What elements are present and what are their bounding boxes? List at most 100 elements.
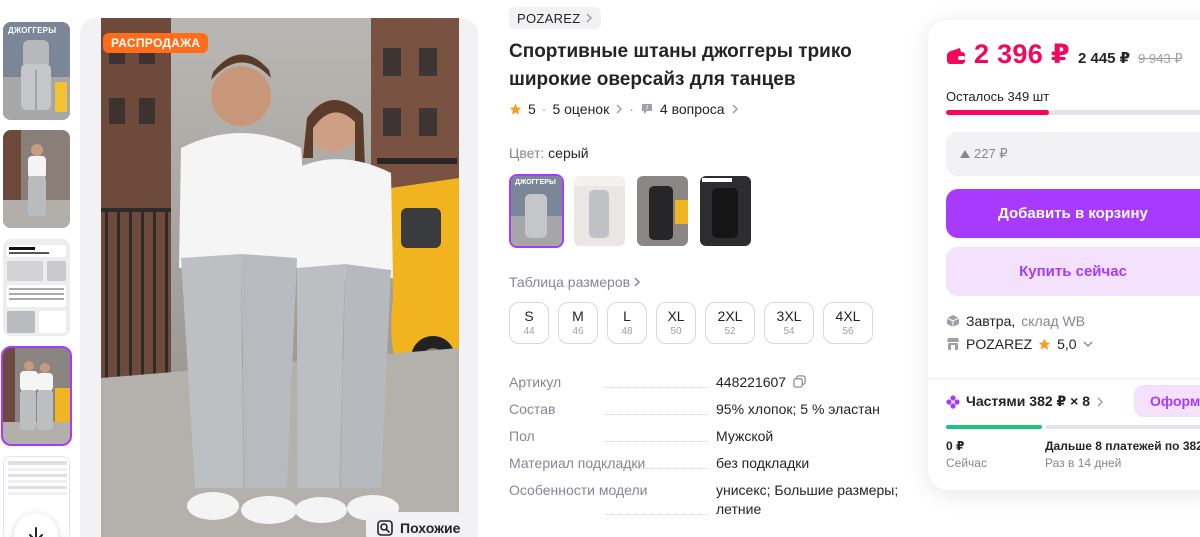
swatch-black-image xyxy=(637,176,688,246)
swatch-black-alt-image xyxy=(700,176,751,246)
size-number: 56 xyxy=(842,326,854,337)
spec-value: без подкладки xyxy=(716,455,810,471)
size-option[interactable]: 3XL 54 xyxy=(764,302,814,344)
installments-apply-button[interactable]: Оформ xyxy=(1134,385,1200,417)
swatch-grey-selected[interactable]: ДЖОГГЕРЫ xyxy=(509,174,564,248)
main-photo[interactable] xyxy=(80,18,478,537)
thumbnail-3[interactable] xyxy=(3,239,70,336)
price-old: 9 943 ₽ xyxy=(1138,51,1183,66)
separator-dot: · xyxy=(541,101,547,117)
size-number: 44 xyxy=(523,326,535,337)
price-main: 2 396 ₽ xyxy=(974,39,1070,69)
sale-badge: РАСПРОДАЖА xyxy=(103,33,209,53)
wallet-icon xyxy=(947,48,965,64)
size-table-label: Таблица размеров xyxy=(509,274,631,290)
thumbnail-caption: ДЖОГГЕРЫ xyxy=(8,26,57,35)
discount-value: 227 ₽ xyxy=(974,146,1008,161)
swatch-grey-alt[interactable] xyxy=(572,174,627,248)
spec-key: Особенности модели xyxy=(509,481,716,519)
spec-value: 95% хлопок; 5 % эластан xyxy=(716,401,880,417)
size-label: 3XL xyxy=(776,308,802,324)
spec-key: Состав xyxy=(509,400,716,419)
stock-bar-fill xyxy=(946,110,1049,115)
spec-key: Материал подкладки xyxy=(509,454,716,473)
reviews-link[interactable]: 5 оценок xyxy=(552,101,609,117)
size-label: S xyxy=(524,308,534,324)
size-label: XL xyxy=(667,308,685,324)
seller-rating: 5,0 xyxy=(1057,336,1077,352)
installments-row[interactable]: Частями 382 ₽ × 8 xyxy=(946,393,1104,410)
size-label: 2XL xyxy=(717,308,743,324)
thumbnail-1[interactable]: ДЖОГГЕРЫ xyxy=(3,22,70,120)
chevron-right-icon xyxy=(732,104,738,114)
similar-search-icon xyxy=(377,520,393,536)
price-card: 2 396 ₽ 2 445 ₽ 9 943 ₽ Осталось 349 шт … xyxy=(928,20,1200,490)
spec-row: Материал подкладки без подкладки xyxy=(509,454,899,473)
add-to-cart-button[interactable]: Добавить в корзину xyxy=(946,189,1200,238)
payment-later: Дальше 8 платежей по 382 Раз в 14 дней xyxy=(1045,438,1200,472)
rating-value: 5 xyxy=(528,101,536,117)
thumbnail-2-image xyxy=(3,130,70,228)
spec-value: 448221607 xyxy=(716,373,899,392)
brand-name: POZAREZ xyxy=(517,10,581,26)
size-option[interactable]: S 44 xyxy=(509,302,549,344)
size-option[interactable]: M 46 xyxy=(558,302,598,344)
swatch-black-alt[interactable] xyxy=(698,174,753,248)
payment-later-amount: Дальше 8 платежей по 382 xyxy=(1045,439,1200,453)
size-number: 46 xyxy=(572,326,584,337)
spec-row: Пол Мужской xyxy=(509,427,899,446)
delivery-when: Завтра, xyxy=(966,313,1016,329)
delivery-where: склад WB xyxy=(1021,313,1086,329)
thumbnail-2[interactable] xyxy=(3,130,70,228)
brand-link[interactable]: POZAREZ xyxy=(509,7,601,29)
color-value: серый xyxy=(548,145,589,161)
svg-text:?: ? xyxy=(645,105,648,112)
size-number: 50 xyxy=(670,326,682,337)
size-option[interactable]: L 48 xyxy=(607,302,647,344)
size-option[interactable]: 4XL 56 xyxy=(823,302,873,344)
size-label: L xyxy=(623,308,631,324)
copy-icon[interactable] xyxy=(793,375,806,388)
size-option[interactable]: 2XL 52 xyxy=(705,302,755,344)
star-icon xyxy=(1038,338,1051,350)
stock-left: Осталось 349 шт xyxy=(946,89,1050,104)
shop-icon xyxy=(947,338,959,350)
spec-value: унисекс; Большие размеры; летние xyxy=(716,482,899,517)
chevron-down-icon xyxy=(1083,341,1093,347)
size-label: 4XL xyxy=(835,308,861,324)
price-without-wallet: 2 445 ₽ xyxy=(1077,50,1131,67)
chevron-right-icon xyxy=(634,277,641,287)
payment-step-later xyxy=(1046,425,1200,429)
price-row: 2 396 ₽ 2 445 ₽ 9 943 ₽ xyxy=(946,39,1183,70)
product-photo xyxy=(101,18,459,537)
swatch-black[interactable] xyxy=(635,174,690,248)
thumbnail-3-image xyxy=(3,239,70,336)
product-photo-image xyxy=(101,18,459,537)
delivery-row: Завтра, склад WB xyxy=(946,313,1085,329)
buy-now-button[interactable]: Купить сейчас xyxy=(946,247,1200,296)
swatch-grey-image xyxy=(511,176,562,246)
size-number: 48 xyxy=(621,326,633,337)
size-table-link[interactable]: Таблица размеров xyxy=(509,274,641,290)
size-option[interactable]: XL 50 xyxy=(656,302,696,344)
specs-table: Артикул 448221607 Состав 95% хлопок; 5 %… xyxy=(509,373,899,527)
separator-dot: · xyxy=(629,101,634,117)
triangle-up-icon xyxy=(960,150,970,158)
spec-key: Пол xyxy=(509,427,716,446)
arrow-down-icon xyxy=(29,527,43,537)
seller-name: POZAREZ xyxy=(966,336,1033,352)
discount-box[interactable]: 227 ₽ xyxy=(946,132,1200,176)
installments-label: Частями 382 ₽ × 8 xyxy=(966,393,1091,409)
size-label: M xyxy=(572,308,584,324)
article-number: 448221607 xyxy=(716,374,787,390)
thumbnail-4-selected[interactable] xyxy=(1,346,72,446)
thumbnail-1-image xyxy=(3,22,70,120)
installments-icon xyxy=(946,394,960,409)
payment-now: 0 ₽ Сейчас xyxy=(946,438,987,472)
similar-button[interactable]: Похожие xyxy=(366,512,466,537)
product-title: Спортивные штаны джоггеры трико широкие … xyxy=(509,41,852,90)
box-icon xyxy=(946,315,960,327)
chevron-right-icon xyxy=(616,104,623,114)
seller-row[interactable]: POZAREZ 5,0 xyxy=(946,336,1093,352)
questions-link[interactable]: 4 вопроса xyxy=(660,101,725,117)
